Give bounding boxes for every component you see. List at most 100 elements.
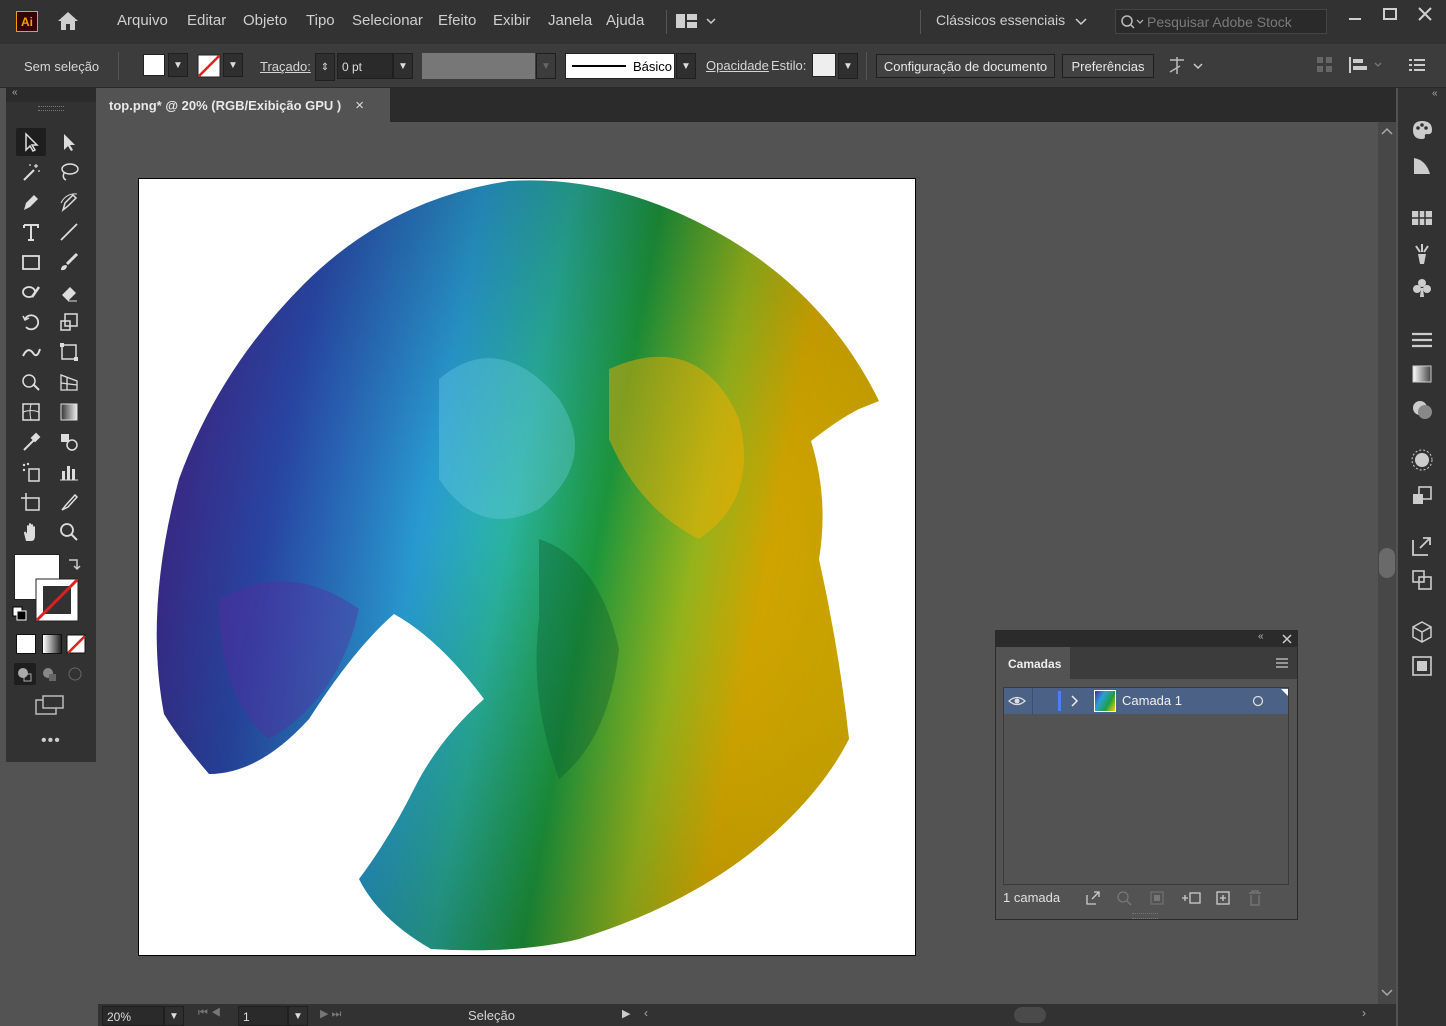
eyedropper-tool[interactable] [16, 428, 46, 456]
mesh-tool[interactable] [16, 398, 46, 426]
zoom-tool[interactable] [54, 518, 84, 546]
color-panel-button[interactable] [1408, 116, 1436, 144]
appearance-button[interactable] [1408, 446, 1436, 474]
scroll-up-icon[interactable] [1381, 126, 1393, 136]
gradient-mode-button[interactable] [42, 634, 62, 654]
menu-selecionar[interactable]: Selecionar [352, 12, 423, 29]
layers-tab[interactable]: Camadas [996, 647, 1070, 679]
target-circle-icon[interactable] [1252, 695, 1264, 707]
lasso-tool[interactable] [54, 158, 84, 186]
maximize-icon[interactable] [1382, 7, 1398, 23]
delete-icon[interactable] [1248, 890, 1262, 906]
ink-splash-image[interactable] [139, 179, 916, 956]
document-tab[interactable]: top.png* @ 20% (RGB/Exibição GPU ) × [98, 88, 390, 122]
direct-selection-tool[interactable] [54, 128, 84, 156]
eye-icon[interactable] [1008, 694, 1026, 708]
scale-tool[interactable] [54, 308, 84, 336]
brushes-button[interactable] [1408, 240, 1436, 268]
3d-materials-button[interactable] [1408, 618, 1436, 646]
swatches-button[interactable] [1408, 204, 1436, 232]
swap-colors-icon[interactable] [66, 556, 82, 572]
edit-toolbar-icon[interactable]: ••• [41, 732, 61, 750]
hand-tool[interactable] [16, 518, 46, 546]
curvature-tool[interactable] [54, 188, 84, 216]
screen-mode-icon[interactable] [34, 694, 66, 716]
artboard-dropdown[interactable]: ▼ [288, 1006, 308, 1026]
scroll-left-icon[interactable]: ‹ [644, 1006, 648, 1020]
stroke-stepper[interactable]: ⇕ [315, 53, 335, 81]
menu-editar[interactable]: Editar [187, 12, 226, 29]
layer-name[interactable]: Camada 1 [1122, 693, 1182, 708]
stroke-label[interactable]: Traçado: [260, 59, 311, 74]
stroke-none-swatch[interactable] [197, 54, 221, 78]
symbol-sprayer-tool[interactable] [16, 458, 46, 486]
menu-janela[interactable]: Janela [548, 12, 592, 29]
layer-row[interactable]: Camada 1 [1004, 688, 1288, 714]
transparency-button[interactable] [1408, 396, 1436, 424]
shaper-tool[interactable] [16, 278, 46, 306]
vertical-scrollbar[interactable] [1378, 122, 1396, 1004]
warp-tool[interactable] [16, 338, 46, 366]
artboards-button[interactable] [1408, 566, 1436, 594]
search-input[interactable]: Pesquisar Adobe Stock [1147, 14, 1292, 30]
artboard[interactable] [138, 178, 916, 956]
blend-tool[interactable] [54, 428, 84, 456]
free-transform-tool[interactable] [54, 338, 84, 366]
default-colors-icon[interactable] [12, 606, 28, 622]
opacity-label[interactable]: Opacidade [706, 58, 769, 73]
collapse-panel-icon[interactable]: « [1258, 631, 1264, 642]
panel-menu-icon[interactable] [1409, 57, 1427, 73]
gradient-tool[interactable] [54, 398, 84, 426]
workspace-switcher[interactable]: Clássicos essenciais [936, 12, 1065, 28]
scroll-right-icon[interactable]: › [1362, 1006, 1366, 1020]
new-layer-icon[interactable] [1215, 890, 1231, 906]
perspective-tool[interactable] [54, 368, 84, 396]
toolbar-header[interactable]: « [6, 87, 96, 102]
menu-efeito[interactable]: Efeito [438, 12, 476, 29]
shape-builder-tool[interactable] [16, 368, 46, 396]
home-icon[interactable] [56, 10, 80, 32]
menu-arquivo[interactable]: Arquivo [117, 12, 168, 29]
chevron-down-icon[interactable] [1075, 17, 1087, 27]
rectangle-tool[interactable] [16, 248, 46, 276]
profile-dropdown[interactable]: ▼ [536, 53, 556, 79]
brush-definition[interactable]: Básico [565, 53, 675, 79]
scroll-down-icon[interactable] [1381, 988, 1393, 998]
collapse-dock-icon[interactable]: « [1432, 88, 1438, 99]
gradient-panel-button[interactable] [1408, 360, 1436, 388]
stock-search[interactable]: Pesquisar Adobe Stock [1115, 9, 1327, 34]
brush-dropdown[interactable]: ▼ [676, 53, 696, 79]
artboard-number-field[interactable]: 1 [238, 1006, 288, 1026]
fill-swatch[interactable] [143, 54, 165, 76]
libraries-button[interactable] [1408, 652, 1436, 680]
draw-normal-button[interactable] [14, 663, 36, 685]
pen-tool[interactable] [16, 188, 46, 216]
puppet-warp-icon[interactable] [1166, 54, 1206, 78]
minimize-icon[interactable] [1347, 10, 1363, 26]
export-icon[interactable] [1085, 890, 1101, 906]
none-mode-button[interactable] [66, 634, 86, 654]
selection-tool[interactable] [16, 128, 46, 156]
close-panel-icon[interactable] [1282, 634, 1292, 644]
resize-handle[interactable] [1132, 913, 1158, 919]
slice-tool[interactable] [54, 488, 84, 516]
expand-layer-icon[interactable] [1070, 695, 1080, 707]
color-guide-button[interactable] [1408, 152, 1436, 180]
stroke-panel-button[interactable] [1408, 326, 1436, 354]
magic-wand-tool[interactable] [16, 158, 46, 186]
eraser-tool[interactable] [54, 278, 84, 306]
clipping-mask-icon[interactable] [1149, 890, 1165, 906]
new-sublayer-icon[interactable] [1180, 890, 1202, 906]
grid-arrange-icon[interactable] [1316, 56, 1334, 74]
paintbrush-tool[interactable] [54, 248, 84, 276]
status-menu-icon[interactable]: ▶ [622, 1007, 630, 1020]
workspace-layout-icon[interactable] [676, 13, 716, 29]
locate-object-icon[interactable] [1116, 890, 1132, 906]
draw-inside-icon[interactable] [64, 663, 86, 685]
symbols-button[interactable] [1408, 274, 1436, 302]
close-tab-icon[interactable]: × [355, 97, 364, 114]
rotate-tool[interactable] [16, 308, 46, 336]
style-dropdown[interactable]: ▼ [838, 53, 858, 79]
vertical-scroll-thumb[interactable] [1379, 548, 1395, 578]
stroke-weight-dropdown[interactable]: ▼ [393, 53, 413, 79]
